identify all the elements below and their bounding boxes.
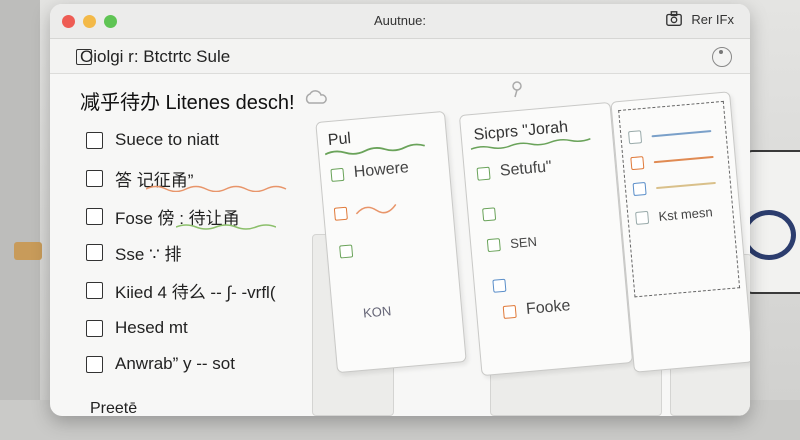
kanban-card[interactable]: Sicprs "Jorah Setufu" SEN Fooke bbox=[458, 101, 634, 377]
card-item[interactable] bbox=[482, 206, 506, 222]
toolbar: Oiolgi r: Btctrtc Sule bbox=[50, 39, 750, 74]
card-note: KON bbox=[362, 303, 391, 320]
card-line bbox=[651, 129, 712, 137]
page-heading: 减乎待办 Litenes desch! bbox=[80, 92, 295, 114]
app-window: Auutnue: Rer IFx Oiolgi r: Btctrtc Sule … bbox=[50, 4, 750, 416]
card-checkbox[interactable] bbox=[502, 304, 517, 319]
highlight-scribble bbox=[176, 224, 276, 230]
card-line bbox=[653, 155, 714, 163]
card-item[interactable] bbox=[339, 244, 363, 259]
card-checkbox[interactable] bbox=[492, 278, 507, 293]
toolbar-checkbox[interactable] bbox=[76, 49, 92, 65]
card-item[interactable]: Fooke bbox=[502, 297, 571, 321]
footer-text: Preetē bbox=[90, 400, 138, 416]
todo-label: Hesed mt bbox=[115, 318, 188, 337]
card-checkbox[interactable] bbox=[632, 181, 647, 197]
todo-item[interactable]: Kiied 4 待么 -- ∫- -vrfl( bbox=[86, 278, 276, 302]
device-frame bbox=[0, 0, 40, 440]
todo-label: Kiied 4 待么 -- ∫- -vrfl( bbox=[115, 282, 276, 302]
todo-checkbox[interactable] bbox=[86, 207, 103, 225]
title-bar-label[interactable]: Rer IFx bbox=[691, 12, 734, 27]
todo-checkbox[interactable] bbox=[86, 169, 103, 187]
card-item[interactable]: SEN bbox=[486, 233, 538, 253]
card-checkbox[interactable] bbox=[339, 244, 354, 259]
todo-checkbox[interactable] bbox=[86, 243, 103, 261]
highlight-scribble bbox=[146, 185, 287, 192]
pin-icon bbox=[512, 81, 522, 98]
settings-icon[interactable] bbox=[712, 47, 732, 67]
card-item-label: SEN bbox=[509, 233, 538, 252]
kanban-card[interactable]: Pul Howere KON bbox=[315, 110, 467, 374]
todo-label: Suece to niatt bbox=[115, 130, 219, 149]
card-item-label: Setufu" bbox=[499, 158, 553, 180]
card-item[interactable]: Setufu" bbox=[476, 158, 552, 182]
card-line bbox=[655, 181, 716, 189]
title-bar-actions: Rer IFx bbox=[665, 10, 734, 28]
title-bar: Auutnue: Rer IFx bbox=[50, 4, 750, 39]
card-checkbox[interactable] bbox=[628, 130, 643, 145]
todo-checkbox[interactable] bbox=[86, 319, 103, 337]
card-item[interactable]: Howere bbox=[330, 159, 409, 184]
card-checkbox[interactable] bbox=[476, 166, 491, 181]
todo-checkbox[interactable] bbox=[86, 131, 103, 149]
toolbar-text: Oiolgi r: Btctrtc Sule bbox=[80, 47, 231, 66]
card-checkbox[interactable] bbox=[630, 156, 645, 171]
todo-item[interactable]: Suece to niatt bbox=[86, 128, 219, 152]
window-title: Auutnue: bbox=[373, 13, 427, 28]
todo-checkbox[interactable] bbox=[86, 355, 103, 373]
tape-roll-object bbox=[742, 210, 796, 260]
card-item-label: KON bbox=[362, 303, 392, 321]
todo-label: Sse ∵ 排 bbox=[115, 244, 182, 264]
toolbar-field[interactable]: Oiolgi r: Btctrtc Sule bbox=[76, 47, 231, 67]
orange-scribble bbox=[355, 204, 397, 215]
todo-label: Anwrab” y -- sot bbox=[115, 354, 235, 373]
cloud-icon bbox=[305, 90, 327, 104]
pencil-object bbox=[14, 242, 42, 260]
card-title: Pul bbox=[327, 130, 352, 150]
camera-icon[interactable] bbox=[665, 10, 683, 28]
todo-item[interactable]: Anwrab” y -- sot bbox=[86, 352, 235, 376]
card-item-label: Howere bbox=[353, 159, 410, 181]
card-item-label: Fooke bbox=[525, 297, 572, 318]
card-checkbox[interactable] bbox=[333, 206, 348, 221]
todo-checkbox[interactable] bbox=[86, 281, 103, 299]
card-checkbox[interactable] bbox=[482, 207, 497, 222]
card-checkbox[interactable] bbox=[330, 167, 345, 182]
card-checkbox[interactable] bbox=[635, 210, 650, 225]
kanban-card[interactable]: Kst mesn bbox=[610, 91, 750, 373]
todo-item[interactable]: Sse ∵ 排 bbox=[86, 240, 182, 264]
card-checkbox[interactable] bbox=[486, 238, 501, 253]
todo-item[interactable]: Hesed mt bbox=[86, 316, 188, 340]
card-item[interactable] bbox=[492, 278, 516, 293]
